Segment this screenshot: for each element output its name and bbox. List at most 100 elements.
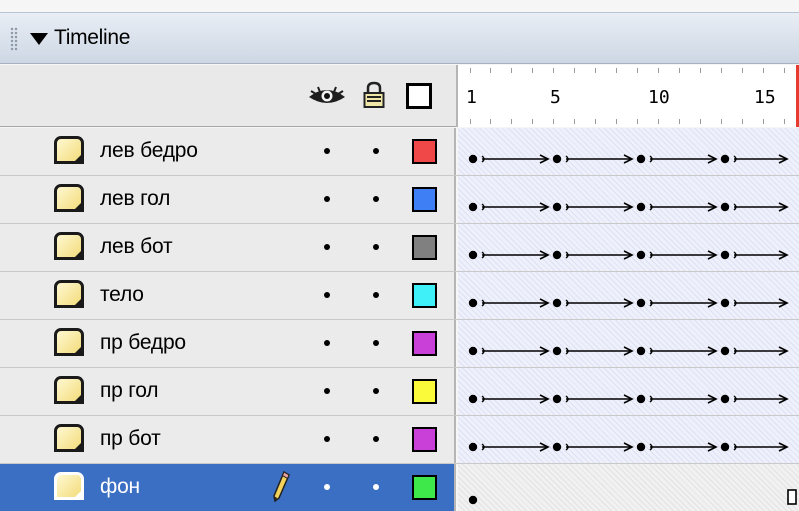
visibility-toggle[interactable] <box>324 196 330 202</box>
layer-cell[interactable]: лев бот <box>0 224 456 271</box>
layer-row[interactable]: лев бедро <box>0 128 799 176</box>
layer-icon <box>54 232 84 260</box>
layer-cell[interactable]: лев бедро <box>0 128 456 175</box>
keyframe-dot[interactable] <box>552 154 562 164</box>
layer-name[interactable]: лев гол <box>100 187 170 211</box>
layer-name[interactable]: лев бот <box>100 235 173 259</box>
keyframe-dot[interactable] <box>720 346 730 356</box>
layer-icon <box>54 280 84 308</box>
layer-name[interactable]: тело <box>100 283 144 307</box>
lock-toggle[interactable] <box>373 148 379 154</box>
lock-toggle[interactable] <box>373 388 379 394</box>
layer-name[interactable]: пр бедро <box>100 331 186 355</box>
outline-color-swatch[interactable] <box>412 379 437 404</box>
layer-cell[interactable]: пр гол <box>0 368 456 415</box>
eye-icon[interactable] <box>308 85 346 107</box>
keyframe-dot[interactable] <box>636 394 646 404</box>
frame-track[interactable] <box>458 464 799 511</box>
layer-row[interactable]: лев гол <box>0 176 799 224</box>
layer-row[interactable]: пр гол <box>0 368 799 416</box>
gripper-icon[interactable] <box>10 27 18 51</box>
panel-title-bar[interactable]: Timeline <box>0 12 799 64</box>
lock-icon[interactable] <box>363 81 385 109</box>
keyframe-dot[interactable] <box>552 442 562 452</box>
keyframe-dot[interactable] <box>468 298 478 308</box>
frame-ruler[interactable]: 1 5 10 15 <box>456 65 799 127</box>
layer-name[interactable]: лев бедро <box>100 139 198 163</box>
keyframe-dot[interactable] <box>636 202 646 212</box>
visibility-toggle[interactable] <box>324 148 330 154</box>
layer-name[interactable]: фон <box>100 475 140 499</box>
layer-cell[interactable]: тело <box>0 272 456 319</box>
lock-toggle[interactable] <box>373 340 379 346</box>
outline-icon[interactable] <box>406 83 432 109</box>
visibility-toggle[interactable] <box>324 388 330 394</box>
keyframe-dot[interactable] <box>552 394 562 404</box>
keyframe-dot[interactable] <box>720 298 730 308</box>
lock-toggle[interactable] <box>373 292 379 298</box>
layer-cell[interactable]: фон <box>0 464 456 511</box>
layer-icon <box>54 184 84 212</box>
frame-track-drawing <box>468 394 789 404</box>
lock-toggle[interactable] <box>373 436 379 442</box>
frame-track[interactable] <box>458 176 799 223</box>
layer-row-selected[interactable]: фон <box>0 464 799 511</box>
outline-color-swatch[interactable] <box>412 235 437 260</box>
frame-track[interactable] <box>458 416 799 463</box>
visibility-toggle[interactable] <box>324 484 330 490</box>
layer-row[interactable]: пр бедро <box>0 320 799 368</box>
layer-cell[interactable]: пр бот <box>0 416 456 463</box>
lock-toggle[interactable] <box>373 196 379 202</box>
layer-cell[interactable]: пр бедро <box>0 320 456 367</box>
lock-toggle[interactable] <box>373 244 379 250</box>
keyframe-dot[interactable] <box>552 250 562 260</box>
keyframe-dot[interactable] <box>468 442 478 452</box>
frame-track[interactable] <box>458 368 799 415</box>
visibility-toggle[interactable] <box>324 436 330 442</box>
frame-track-drawing <box>468 298 789 308</box>
visibility-toggle[interactable] <box>324 340 330 346</box>
outline-color-swatch[interactable] <box>412 475 437 500</box>
triangle-down-icon[interactable] <box>30 33 48 45</box>
layer-name[interactable]: пр гол <box>100 379 159 403</box>
keyframe-dot[interactable] <box>636 346 646 356</box>
keyframe-dot[interactable] <box>720 202 730 212</box>
layer-row[interactable]: пр бот <box>0 416 799 464</box>
keyframe-dot[interactable] <box>720 442 730 452</box>
outline-color-swatch[interactable] <box>412 139 437 164</box>
keyframe-dot[interactable] <box>468 154 478 164</box>
keyframe-dot[interactable] <box>552 346 562 356</box>
frame-number: 10 <box>648 87 670 108</box>
keyframe-dot[interactable] <box>552 202 562 212</box>
frame-track[interactable] <box>458 128 799 175</box>
frame-track[interactable] <box>458 320 799 367</box>
keyframe-dot[interactable] <box>636 298 646 308</box>
keyframe-dot[interactable] <box>636 442 646 452</box>
keyframe-dot[interactable] <box>468 250 478 260</box>
visibility-toggle[interactable] <box>324 292 330 298</box>
outline-color-swatch[interactable] <box>412 331 437 356</box>
keyframe-dot[interactable] <box>720 154 730 164</box>
keyframe-dot[interactable] <box>468 394 478 404</box>
layer-row[interactable]: тело <box>0 272 799 320</box>
keyframe-dot[interactable] <box>636 154 646 164</box>
keyframe-dot[interactable] <box>720 394 730 404</box>
layer-icon <box>54 376 84 404</box>
frame-track[interactable] <box>458 272 799 319</box>
layer-icon <box>54 328 84 356</box>
keyframe-dot[interactable] <box>636 250 646 260</box>
layer-row[interactable]: лев бот <box>0 224 799 272</box>
lock-toggle[interactable] <box>373 484 379 490</box>
layer-cell[interactable]: лев гол <box>0 176 456 223</box>
keyframe-dot[interactable] <box>468 495 478 505</box>
visibility-toggle[interactable] <box>324 244 330 250</box>
keyframe-dot[interactable] <box>720 250 730 260</box>
frame-track[interactable] <box>458 224 799 271</box>
outline-color-swatch[interactable] <box>412 427 437 452</box>
keyframe-dot[interactable] <box>552 298 562 308</box>
keyframe-dot[interactable] <box>468 346 478 356</box>
keyframe-dot[interactable] <box>468 202 478 212</box>
outline-color-swatch[interactable] <box>412 187 437 212</box>
outline-color-swatch[interactable] <box>412 283 437 308</box>
layer-name[interactable]: пр бот <box>100 427 161 451</box>
